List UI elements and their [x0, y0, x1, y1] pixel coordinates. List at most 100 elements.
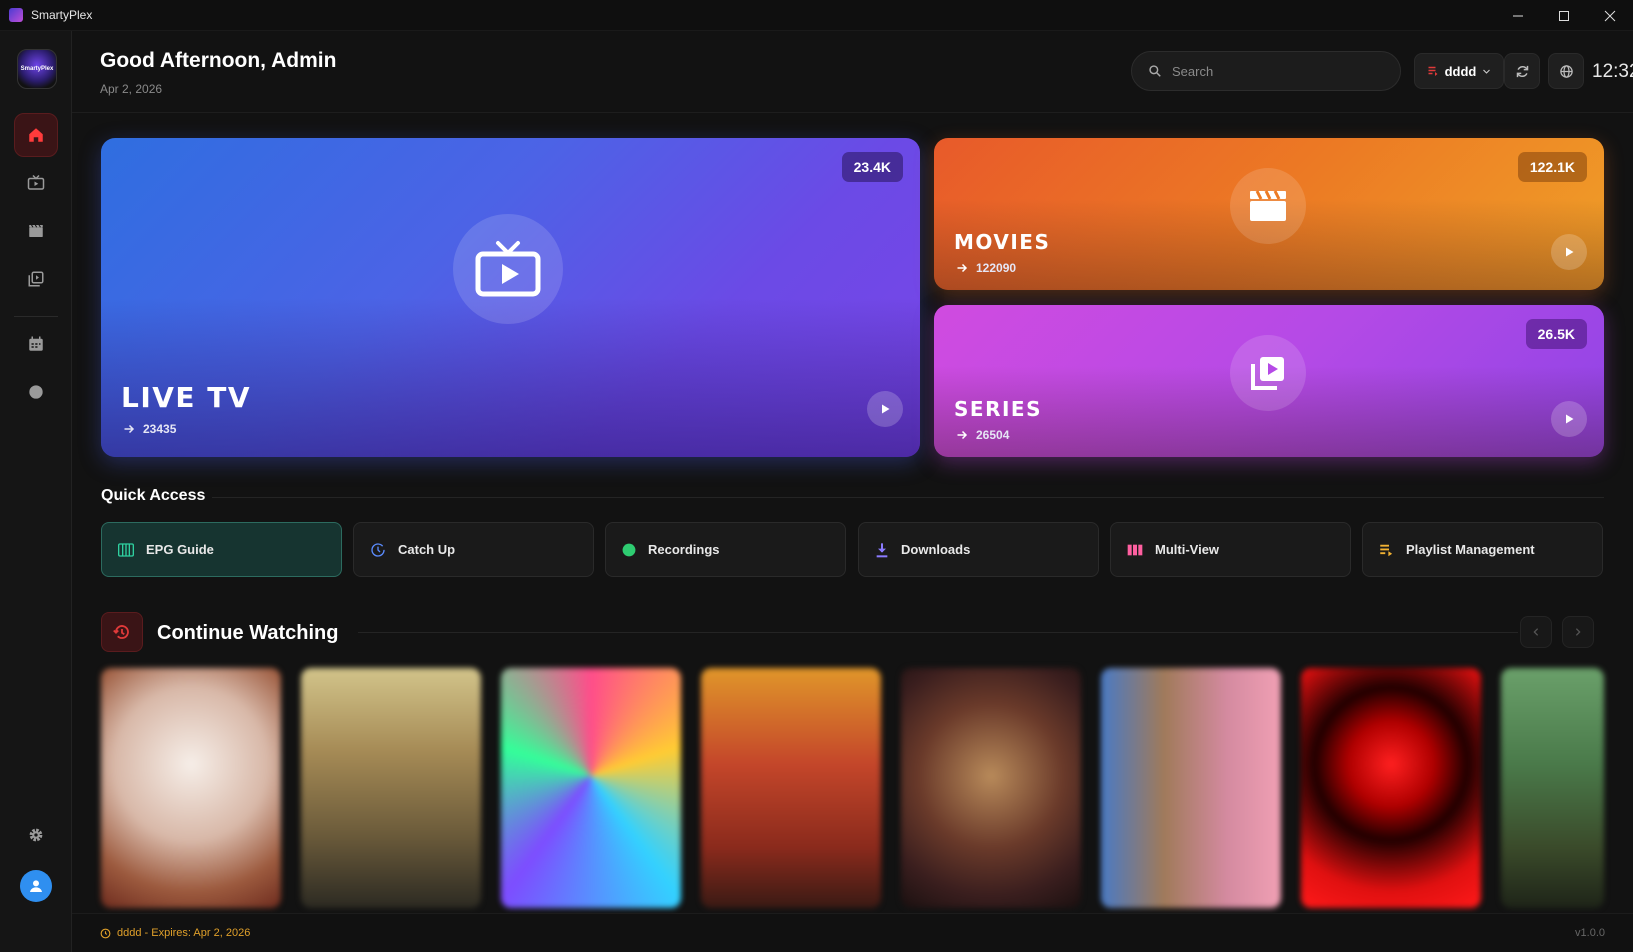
- quick-access-playlist-management[interactable]: Playlist Management: [1362, 522, 1603, 577]
- series-play-button[interactable]: [1551, 401, 1587, 437]
- search-box[interactable]: [1131, 51, 1401, 91]
- continue-watching-divider: [358, 632, 1518, 633]
- chevron-left-icon: [1533, 628, 1539, 636]
- app-version: v1.0.0: [1575, 927, 1605, 939]
- sidebar: SmartyPlex: [0, 31, 72, 952]
- movies-title: MOVIES: [954, 230, 1051, 254]
- close-button[interactable]: [1587, 0, 1633, 31]
- history-icon: [113, 625, 129, 639]
- gear-icon: [29, 828, 43, 842]
- continue-watching-poster[interactable]: [1301, 668, 1481, 908]
- series-count: 26504: [956, 428, 1009, 442]
- quick-access-multi-view[interactable]: Multi-View: [1110, 522, 1351, 577]
- sidebar-item-record[interactable]: [14, 370, 58, 414]
- quick-access-label: EPG Guide: [146, 542, 214, 557]
- movies-count: 122090: [956, 261, 1016, 275]
- live-tv-play-button[interactable]: [867, 391, 903, 427]
- window-title: SmartyPlex: [31, 8, 93, 22]
- quick-access-recordings[interactable]: Recordings: [605, 522, 846, 577]
- play-icon: [882, 404, 890, 414]
- tv-icon: [475, 241, 541, 297]
- title-bar: SmartyPlex: [0, 0, 1633, 31]
- live-tv-count: 23435: [123, 422, 176, 436]
- subscription-expiry: dddd - Expires: Apr 2, 2026: [100, 927, 250, 939]
- record-dot-icon: [622, 543, 636, 556]
- arrow-right-icon: [124, 424, 135, 434]
- history-clock-icon: [371, 542, 385, 557]
- arrow-right-icon: [957, 430, 968, 440]
- download-icon: [876, 542, 888, 557]
- series-icon-circle: [1230, 335, 1306, 411]
- clock: 12:32: [1592, 61, 1633, 82]
- minimize-button[interactable]: [1495, 0, 1541, 31]
- live-tv-title: LIVE TV: [121, 381, 252, 414]
- quick-access-label: Downloads: [901, 542, 971, 557]
- quick-access-title: Quick Access: [101, 487, 206, 504]
- live-tv-icon-circle: [453, 214, 563, 324]
- quick-access-label: Recordings: [648, 542, 720, 557]
- series-card[interactable]: 26.5K SERIES 26504: [934, 305, 1604, 457]
- quick-access-epg-guide[interactable]: EPG Guide: [101, 522, 342, 577]
- tv-icon: [27, 174, 45, 190]
- chevron-right-icon: [1575, 628, 1581, 636]
- movies-icon-circle: [1230, 168, 1306, 244]
- calendar-icon: [29, 336, 43, 351]
- quick-access-label: Playlist Management: [1406, 542, 1535, 557]
- status-footer: dddd - Expires: Apr 2, 2026 v1.0.0: [72, 913, 1633, 952]
- epg-grid-icon: [118, 542, 134, 557]
- carousel-prev-button[interactable]: [1520, 616, 1552, 648]
- continue-watching-poster[interactable]: [501, 668, 681, 908]
- minimize-icon: [1513, 15, 1523, 16]
- maximize-button[interactable]: [1541, 0, 1587, 31]
- continue-watching-icon-box: [101, 612, 143, 652]
- profile-dropdown[interactable]: dddd: [1414, 53, 1504, 89]
- live-tv-count-value: 23435: [143, 422, 177, 436]
- continue-watching-poster[interactable]: [901, 668, 1081, 908]
- app-logo[interactable]: SmartyPlex: [17, 49, 57, 89]
- sidebar-item-home[interactable]: [14, 113, 58, 157]
- series-icon: [1251, 357, 1284, 390]
- sidebar-item-movies[interactable]: [14, 209, 58, 253]
- movies-count-badge: 122.1K: [1517, 152, 1587, 182]
- search-input[interactable]: [1172, 63, 1382, 79]
- continue-watching-poster[interactable]: [1501, 668, 1604, 908]
- sidebar-item-calendar[interactable]: [14, 322, 58, 366]
- language-button[interactable]: [1548, 53, 1584, 89]
- continue-watching-poster[interactable]: [101, 668, 281, 908]
- quick-access-catch-up[interactable]: Catch Up: [353, 522, 594, 577]
- play-icon: [1566, 247, 1574, 257]
- refresh-button[interactable]: [1504, 53, 1540, 89]
- user-icon: [30, 880, 42, 892]
- header-date: Apr 2, 2026: [100, 82, 163, 96]
- settings-button[interactable]: [14, 813, 58, 857]
- window-controls: [1495, 0, 1633, 31]
- clock-icon: [100, 928, 111, 938]
- clapperboard-icon: [29, 224, 43, 237]
- quick-access-label: Catch Up: [398, 542, 456, 557]
- multiview-icon: [1127, 544, 1143, 555]
- record-icon: [29, 385, 43, 399]
- quick-access-downloads[interactable]: Downloads: [858, 522, 1099, 577]
- series-title: SERIES: [954, 397, 1042, 421]
- playlist-icon: [1380, 544, 1393, 556]
- sidebar-item-series[interactable]: [14, 257, 58, 301]
- continue-watching-poster[interactable]: [1101, 668, 1281, 908]
- expiry-text: dddd - Expires: Apr 2, 2026: [117, 927, 251, 939]
- avatar[interactable]: [20, 870, 52, 902]
- movies-card[interactable]: 122.1K MOVIES 122090: [934, 138, 1604, 290]
- sidebar-item-live-tv[interactable]: [14, 161, 58, 205]
- chevron-down-icon: [1483, 69, 1491, 74]
- sidebar-divider: [14, 316, 58, 317]
- continue-watching-poster[interactable]: [301, 668, 481, 908]
- play-icon: [1566, 414, 1574, 424]
- carousel-next-button[interactable]: [1562, 616, 1594, 648]
- search-icon: [1149, 65, 1161, 77]
- greeting-title: Good Afternoon, Admin: [100, 49, 337, 72]
- movies-count-value: 122090: [976, 261, 1017, 275]
- live-tv-count-badge: 23.4K: [841, 152, 903, 182]
- continue-watching-poster[interactable]: [701, 668, 881, 908]
- live-tv-card[interactable]: 23.4K LIVE TV 23435: [101, 138, 920, 457]
- refresh-icon: [1516, 65, 1528, 77]
- movies-play-button[interactable]: [1551, 234, 1587, 270]
- header: Good Afternoon, Admin Apr 2, 2026 dddd 1…: [72, 31, 1633, 113]
